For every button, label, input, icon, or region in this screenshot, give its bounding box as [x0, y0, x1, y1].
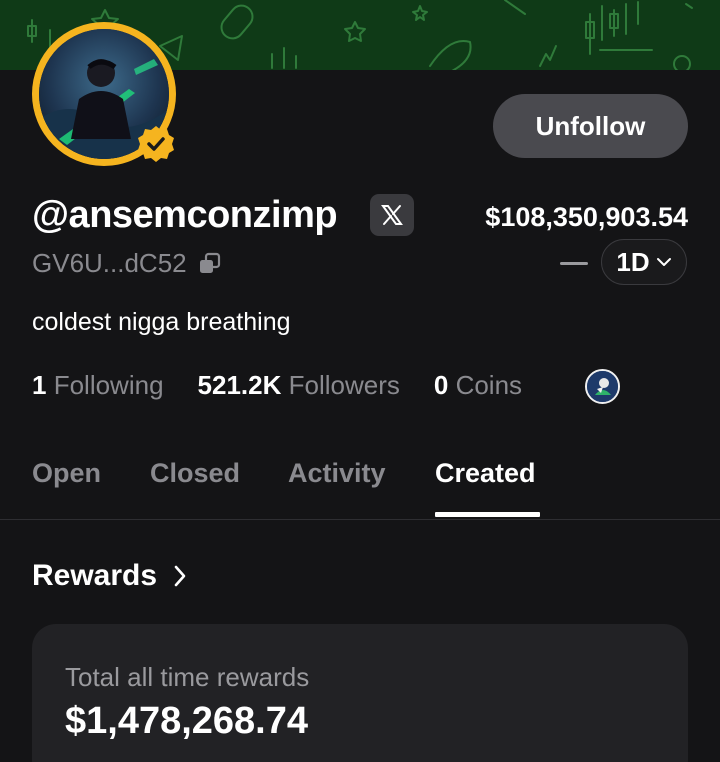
tab-open[interactable]: Open [32, 458, 101, 489]
copy-icon[interactable] [197, 251, 223, 277]
active-tab-indicator [435, 512, 540, 517]
period-value: 1D [616, 246, 650, 277]
rewards-card: Total all time rewards $1,478,268.74 [32, 624, 688, 762]
following-stat[interactable]: 1 Following [32, 370, 164, 401]
coins-stat[interactable]: 0 Coins [434, 370, 522, 401]
chevron-down-icon [656, 258, 671, 266]
x-logo-icon [381, 205, 403, 225]
profile-username: @ansemconzimp [32, 194, 338, 236]
profile-bio: coldest nigga breathing [32, 308, 291, 336]
rewards-title: Rewards [32, 559, 158, 592]
coins-count: 0 [433, 370, 449, 400]
total-rewards-value: $1,478,268.74 [65, 700, 309, 742]
following-label: Following [53, 370, 164, 400]
profile-tabs: Open Closed Activity Created [0, 450, 720, 520]
followers-label: Followers [288, 370, 400, 400]
change-indicator-dash [560, 262, 588, 265]
x-profile-link[interactable] [370, 194, 414, 236]
coins-label: Coins [455, 370, 523, 400]
total-rewards-label: Total all time rewards [65, 662, 310, 692]
period-selector[interactable]: 1D [601, 239, 687, 285]
portfolio-balance: $108,350,903.54 [485, 202, 688, 232]
followers-stat[interactable]: 521.2K Followers [198, 370, 400, 401]
unfollow-button[interactable]: Unfollow [493, 94, 688, 158]
rewards-header[interactable]: Rewards [32, 559, 187, 593]
profile-stats: 1 Following 521.2K Followers 0 Coins [32, 370, 556, 401]
tab-activity[interactable]: Activity [288, 458, 386, 489]
tab-closed[interactable]: Closed [150, 458, 240, 489]
chevron-right-icon [174, 565, 186, 587]
coin-avatar-icon[interactable] [585, 369, 620, 404]
verified-check-icon [138, 126, 174, 162]
following-count: 1 [32, 370, 47, 400]
followers-count: 521.2K [197, 370, 282, 400]
tab-created[interactable]: Created [435, 458, 536, 489]
wallet-address-text: GV6U...dC52 [32, 248, 187, 278]
wallet-address[interactable]: GV6U...dC52 [32, 248, 223, 279]
